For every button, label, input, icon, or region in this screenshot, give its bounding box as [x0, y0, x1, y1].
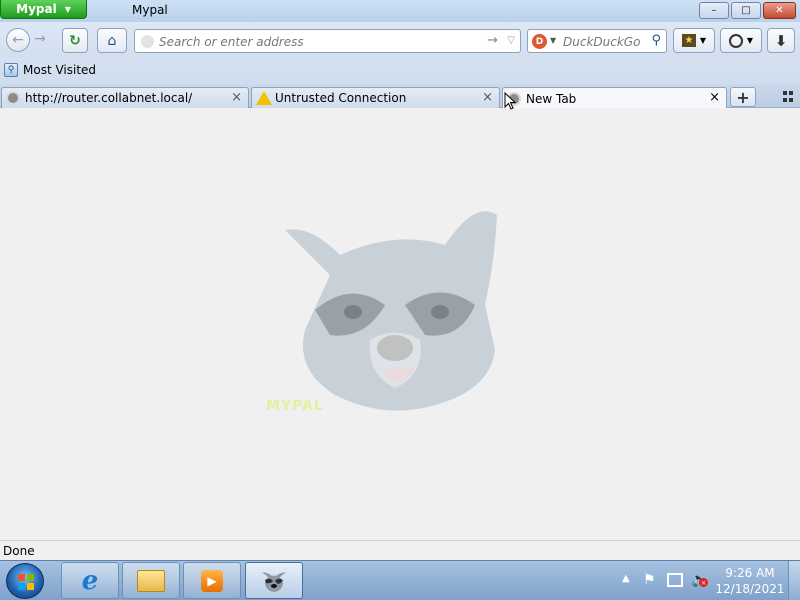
tab-router[interactable]: http://router.collabnet.local/ ×: [1, 87, 249, 108]
url-dropdown-icon[interactable]: ▽: [507, 35, 515, 46]
show-hidden-icons-icon[interactable]: ▲: [622, 573, 630, 584]
app-menu-label: Mypal: [16, 2, 57, 16]
maximize-button[interactable]: □: [731, 2, 761, 19]
tab-label: New Tab: [526, 91, 577, 106]
taskbar: e ▶ ▲ ⚑ 🔈 × 9:26 AM 12/18/2021: [0, 560, 800, 600]
maximize-icon: □: [741, 5, 751, 16]
windows-logo-icon: [18, 574, 34, 590]
clock[interactable]: 9:26 AM 12/18/2021: [715, 565, 785, 597]
url-input[interactable]: [159, 33, 469, 50]
raccoon-watermark-image: [285, 211, 497, 411]
internet-explorer-icon: e: [81, 565, 99, 596]
media-player-icon: ▶: [201, 569, 223, 592]
minimize-button[interactable]: –: [699, 2, 729, 19]
chevron-down-icon: ▼: [699, 36, 707, 45]
taskbar-mypal[interactable]: [245, 562, 303, 599]
clock-time: 9:26 AM: [725, 566, 775, 580]
search-icon[interactable]: ⚲: [651, 33, 661, 48]
go-arrow-icon[interactable]: →: [487, 33, 498, 48]
status-text: Done: [3, 544, 35, 558]
clock-date: 12/18/2021: [715, 582, 785, 596]
mypal-icon: [262, 571, 286, 592]
taskbar-media-player[interactable]: ▶: [183, 562, 241, 599]
status-bar: Done: [0, 540, 800, 560]
globe-icon: [6, 91, 20, 105]
forward-arrow-icon: →: [34, 31, 46, 47]
home-button[interactable]: ⌂: [97, 28, 127, 53]
page-content: MYPAL: [0, 108, 800, 540]
taskbar-file-explorer[interactable]: [122, 562, 180, 599]
url-bar[interactable]: → ▽: [134, 29, 521, 53]
tab-strip: http://router.collabnet.local/ × Untrust…: [0, 85, 800, 109]
file-explorer-icon: [137, 569, 165, 592]
download-arrow-icon: ⬇: [774, 31, 788, 50]
app-menu-button[interactable]: Mypal ▼: [0, 0, 87, 19]
plus-icon: +: [736, 87, 750, 107]
history-clock-icon: [728, 33, 743, 48]
mouse-cursor-icon: [504, 92, 516, 110]
new-tab-button[interactable]: +: [730, 87, 756, 107]
most-visited-icon: ⚲: [4, 63, 18, 77]
close-tab-icon[interactable]: ×: [482, 90, 493, 105]
duckduckgo-logo-icon[interactable]: D: [532, 34, 547, 49]
muted-badge-icon: ×: [699, 578, 708, 587]
tab-untrusted-connection[interactable]: Untrusted Connection ×: [251, 87, 500, 108]
back-arrow-icon: ←: [12, 32, 24, 48]
navigation-toolbar: ← → ↻ ⌂ → ▽ D ▼ ⚲ ★ ▼ ▼ ⬇: [0, 22, 800, 58]
window-title: Mypal: [132, 3, 168, 17]
close-tab-icon[interactable]: ×: [709, 90, 720, 105]
start-button[interactable]: [6, 563, 44, 599]
list-all-tabs-button[interactable]: [783, 91, 795, 103]
action-center-flag-icon[interactable]: ⚑: [643, 572, 656, 588]
close-icon: ✕: [775, 5, 784, 16]
site-identity-icon: [141, 35, 154, 48]
close-window-button[interactable]: ✕: [763, 2, 796, 19]
network-icon[interactable]: [667, 573, 683, 587]
window-controls: – □ ✕: [699, 2, 796, 19]
show-desktop-button[interactable]: [788, 561, 800, 600]
system-tray: ▲ ⚑ 🔈 × 9:26 AM 12/18/2021: [615, 561, 800, 600]
title-bar: Mypal ▼ Mypal – □ ✕: [0, 0, 800, 22]
chevron-down-icon: ▼: [746, 36, 754, 45]
taskbar-internet-explorer[interactable]: e: [61, 562, 119, 599]
back-button[interactable]: ←: [6, 28, 30, 52]
bookmarks-bar: ⚲ Most Visited: [0, 58, 800, 85]
search-bar[interactable]: D ▼ ⚲: [527, 29, 667, 53]
chevron-down-icon[interactable]: ▼: [550, 36, 556, 45]
bookmarks-menu-button[interactable]: ★ ▼: [673, 28, 715, 53]
tab-label: http://router.collabnet.local/: [25, 91, 193, 105]
tab-label: Untrusted Connection: [275, 91, 407, 105]
home-icon: ⌂: [107, 32, 117, 49]
downloads-button[interactable]: ⬇: [767, 28, 795, 53]
reload-icon: ↻: [69, 32, 81, 49]
minimize-icon: –: [711, 5, 717, 16]
bookmark-most-visited[interactable]: ⚲ Most Visited: [4, 63, 96, 77]
bookmark-label: Most Visited: [23, 63, 97, 77]
search-input[interactable]: [563, 33, 643, 50]
watermark-label: MYPAL: [266, 398, 324, 414]
close-tab-icon[interactable]: ×: [231, 90, 242, 105]
tab-new-tab[interactable]: New Tab ×: [502, 87, 727, 109]
history-button[interactable]: ▼: [720, 28, 762, 53]
chevron-down-icon: ▼: [64, 4, 71, 14]
bookmark-star-icon: ★: [681, 34, 696, 47]
reload-button[interactable]: ↻: [62, 28, 88, 53]
forward-button[interactable]: →: [34, 31, 46, 47]
warning-icon: [256, 91, 272, 105]
